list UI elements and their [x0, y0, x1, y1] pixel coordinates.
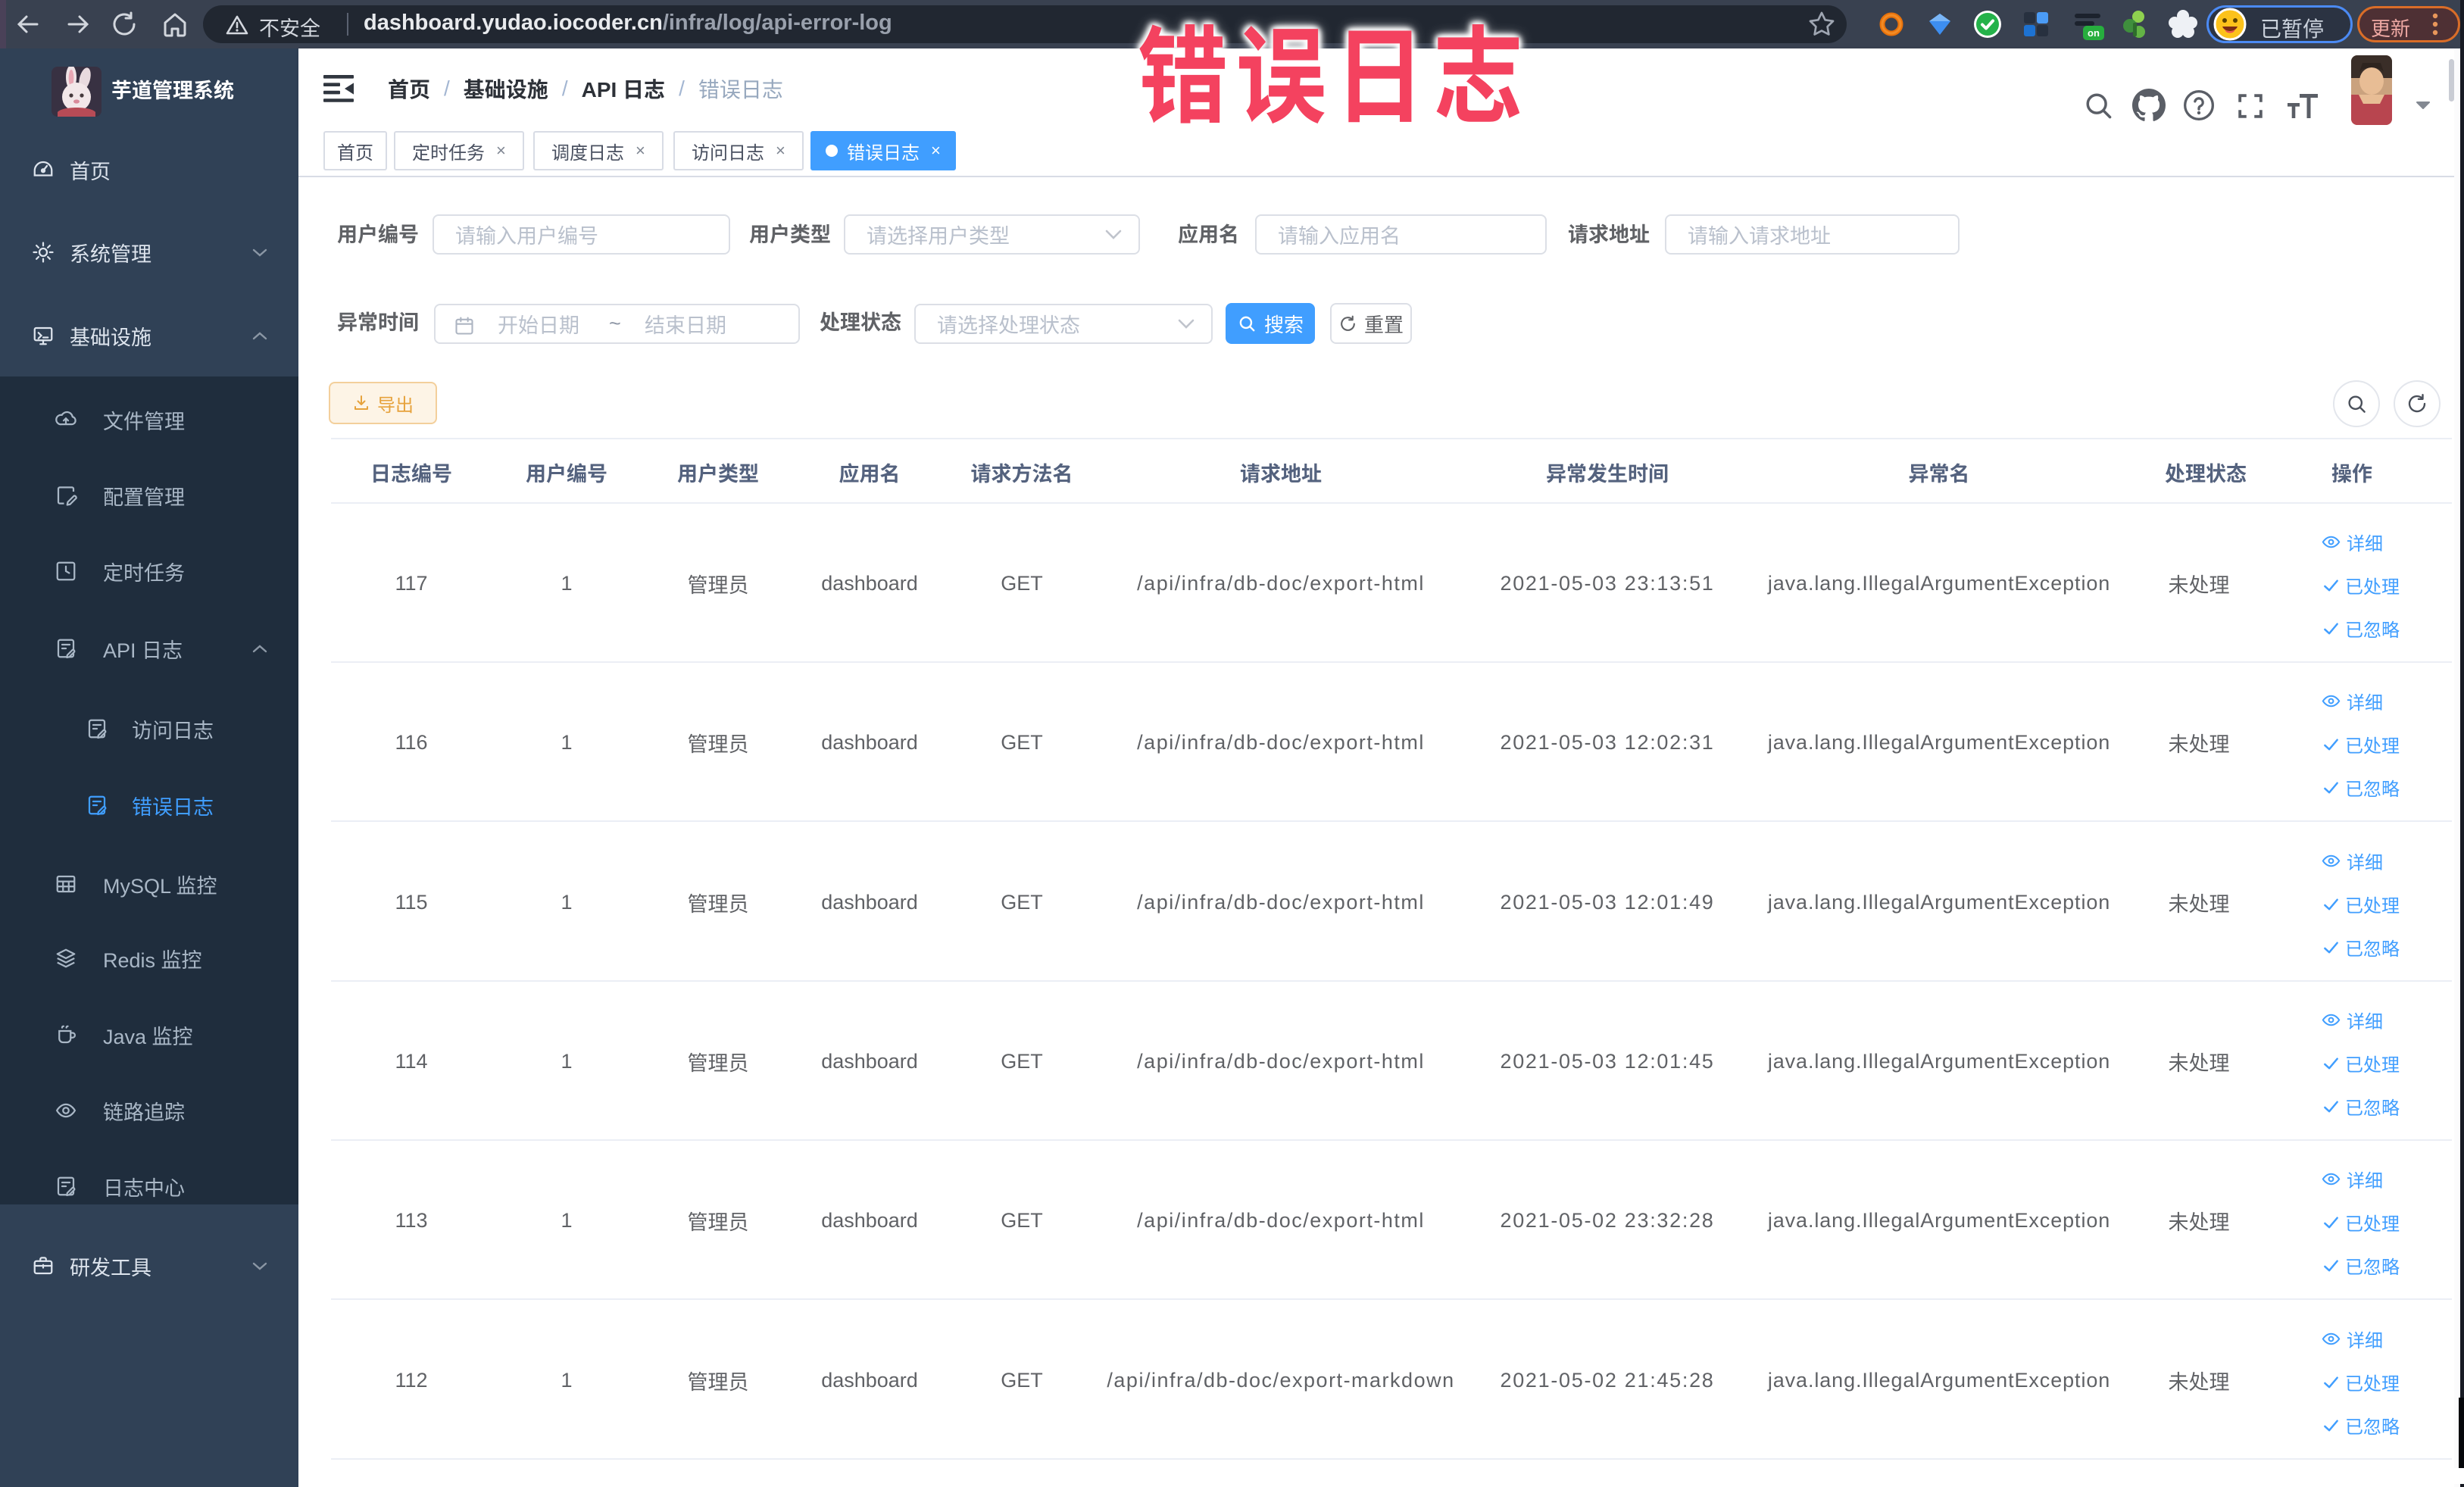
- svg-text:on: on: [2088, 27, 2100, 39]
